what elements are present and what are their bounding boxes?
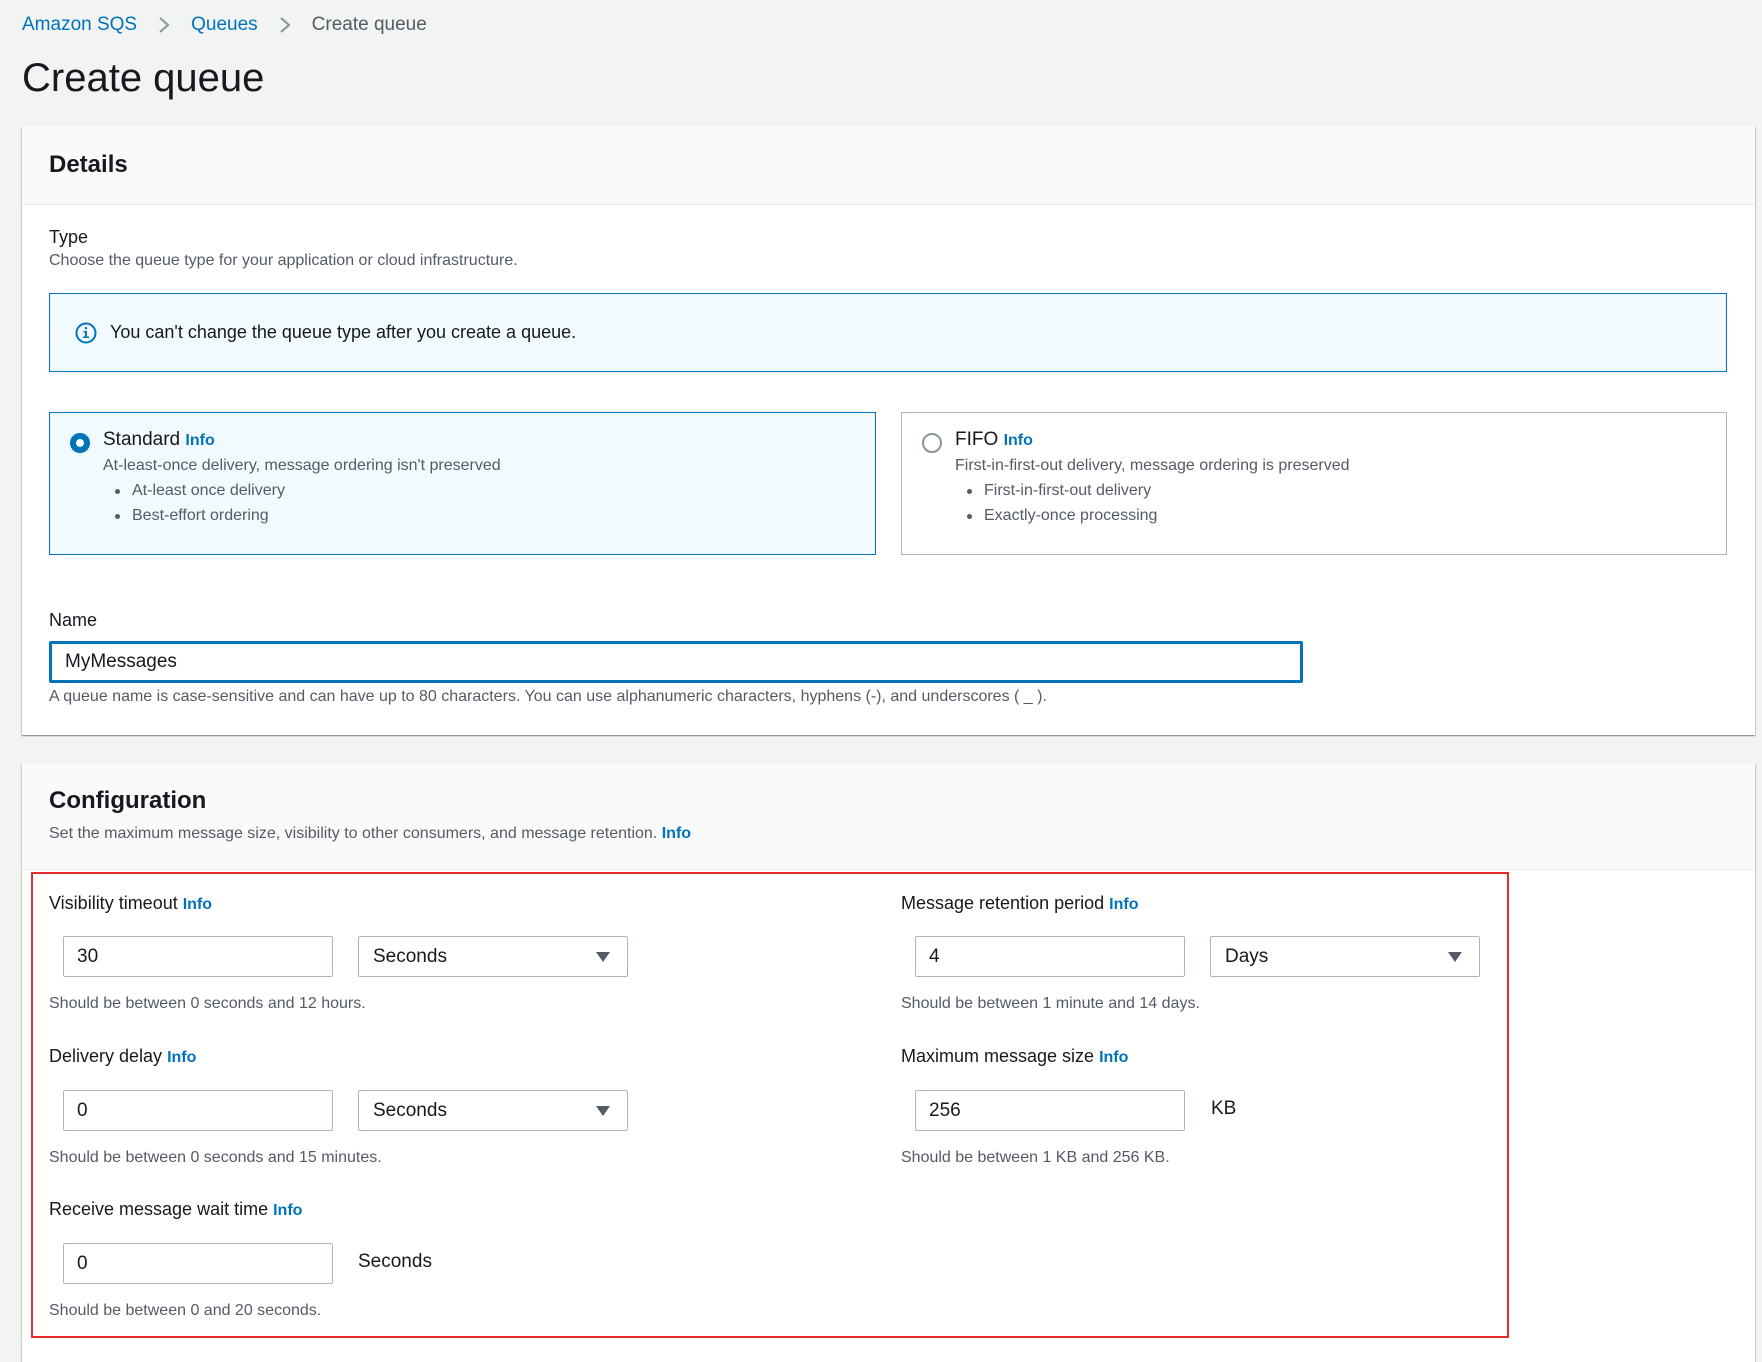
queue-name-input[interactable]: MyMessages (49, 641, 1303, 683)
list-item: Best-effort ordering (111, 507, 855, 525)
fifo-description: First-in-first-out delivery, message ord… (955, 457, 1350, 474)
list-item: First-in-first-out delivery (963, 482, 1706, 500)
visibility-timeout-hint: Should be between 0 seconds and 12 hours… (49, 995, 366, 1012)
details-title: Details (49, 151, 128, 178)
configuration-header: Configuration Set the maximum message si… (22, 763, 1755, 870)
retention-period-hint: Should be between 1 minute and 14 days. (901, 995, 1200, 1012)
retention-period-unit-select[interactable]: Days (1210, 936, 1480, 977)
breadcrumb: Amazon SQS Queues Create queue (22, 14, 427, 36)
max-message-size-unit: KB (1211, 1098, 1237, 1119)
visibility-timeout-unit-select[interactable]: Seconds (358, 936, 628, 977)
details-header: Details (22, 126, 1755, 205)
page-title: Create queue (22, 56, 265, 100)
caret-down-icon (1448, 951, 1462, 962)
configuration-info-link[interactable]: Info (662, 825, 691, 842)
standard-title: Standard (103, 429, 181, 450)
retention-period-label: Message retention period Info (901, 893, 1139, 913)
fifo-title: FIFO (955, 429, 999, 450)
fifo-features: First-in-first-out delivery Exactly-once… (963, 482, 1706, 525)
info-alert: You can't change the queue type after yo… (49, 293, 1727, 372)
delivery-delay-unit-select[interactable]: Seconds (358, 1090, 628, 1131)
standard-info-link[interactable]: Info (185, 432, 214, 449)
max-message-size-input[interactable]: 256 (915, 1090, 1185, 1131)
receive-wait-time-info-link[interactable]: Info (273, 1202, 302, 1219)
standard-features: At-least once delivery Best-effort order… (111, 482, 855, 525)
caret-down-icon (596, 951, 610, 962)
visibility-timeout-info-link[interactable]: Info (183, 896, 212, 913)
list-item: Exactly-once processing (963, 507, 1706, 525)
queue-type-standard-tile[interactable]: Standard Info At-least-once delivery, me… (49, 412, 876, 555)
configuration-title: Configuration (49, 787, 207, 814)
retention-period-info-link[interactable]: Info (1109, 896, 1138, 913)
info-circle-icon (75, 322, 97, 343)
visibility-timeout-input[interactable]: 30 (63, 936, 333, 977)
fifo-info-link[interactable]: Info (1004, 432, 1033, 449)
retention-period-input[interactable]: 4 (915, 936, 1185, 977)
max-message-size-info-link[interactable]: Info (1099, 1049, 1128, 1066)
chevron-right-icon (278, 15, 292, 35)
receive-wait-time-hint: Should be between 0 and 20 seconds. (49, 1302, 322, 1319)
chevron-right-icon (157, 15, 171, 35)
breadcrumb-amazon-sqs[interactable]: Amazon SQS (22, 14, 137, 36)
delivery-delay-label: Delivery delay Info (49, 1046, 197, 1066)
receive-wait-time-input[interactable]: 0 (63, 1243, 333, 1284)
configuration-panel: Configuration Set the maximum message si… (22, 763, 1755, 1362)
select-value: Seconds (373, 1099, 447, 1121)
configuration-description: Set the maximum message size, visibility… (49, 825, 658, 842)
caret-down-icon (596, 1105, 610, 1116)
select-value: Seconds (373, 945, 447, 967)
type-label: Type (49, 227, 89, 247)
name-hint: A queue name is case-sensitive and can h… (49, 688, 1047, 705)
details-panel: Details Type Choose the queue type for y… (22, 126, 1755, 735)
list-item: At-least once delivery (111, 482, 855, 500)
breadcrumb-current: Create queue (311, 14, 427, 35)
delivery-delay-info-link[interactable]: Info (167, 1049, 196, 1066)
name-label: Name (49, 610, 98, 630)
visibility-timeout-label: Visibility timeout Info (49, 893, 213, 913)
type-description: Choose the queue type for your applicati… (49, 252, 518, 269)
delivery-delay-hint: Should be between 0 seconds and 15 minut… (49, 1149, 382, 1166)
alert-text: You can't change the queue type after yo… (110, 322, 577, 342)
standard-radio[interactable] (70, 433, 90, 453)
breadcrumb-queues[interactable]: Queues (191, 14, 258, 36)
max-message-size-label: Maximum message size Info (901, 1046, 1129, 1066)
delivery-delay-input[interactable]: 0 (63, 1090, 333, 1131)
select-value: Days (1225, 945, 1269, 967)
standard-description: At-least-once delivery, message ordering… (103, 457, 501, 474)
receive-wait-time-unit: Seconds (358, 1251, 432, 1272)
queue-type-fifo-tile[interactable]: FIFO Info First-in-first-out delivery, m… (901, 412, 1727, 555)
receive-wait-time-label: Receive message wait time Info (49, 1199, 303, 1219)
max-message-size-hint: Should be between 1 KB and 256 KB. (901, 1149, 1170, 1166)
fifo-radio[interactable] (922, 433, 942, 453)
